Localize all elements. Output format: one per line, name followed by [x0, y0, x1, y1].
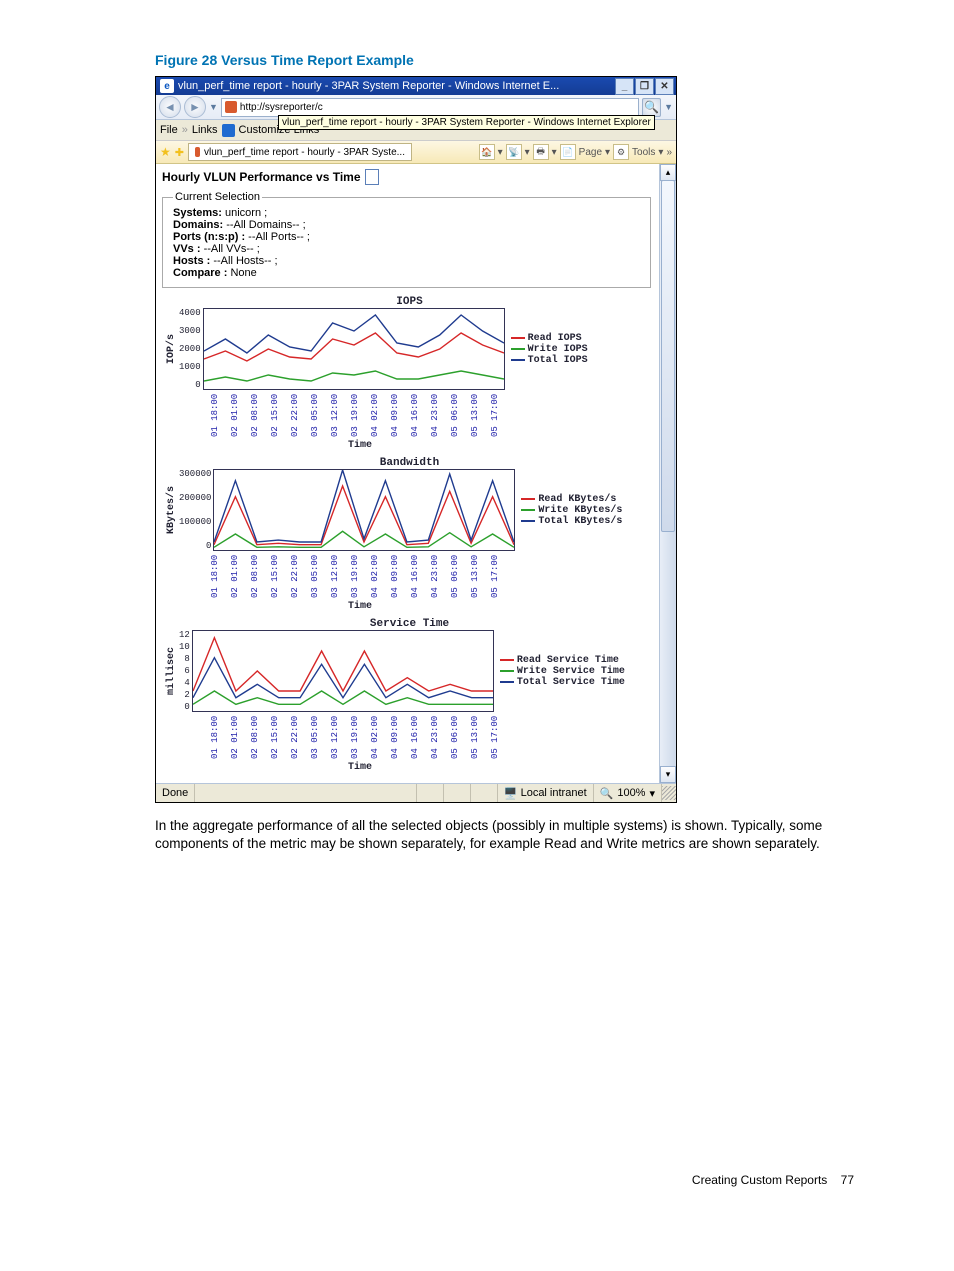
tools-menu-icon[interactable]: ⚙	[613, 144, 629, 160]
value-systems: unicorn ;	[225, 207, 267, 219]
chart-bandwidth: Bandwidth KBytes/s 3000002000001000000 R…	[164, 457, 655, 612]
value-ports: --All Ports-- ;	[248, 231, 310, 243]
links-label: Links	[192, 124, 218, 136]
chart-bw-yticks: 3000002000001000000	[179, 469, 213, 551]
vertical-scrollbar[interactable]: ▴ ▾	[659, 164, 676, 783]
print-icon[interactable]: 🖶	[533, 144, 549, 160]
tab-title: vlun_perf_time report - hourly - 3PAR Sy…	[204, 147, 405, 158]
address-bar: ◄ ► ▼ http://sysreporter/c vlun_perf_tim…	[156, 95, 676, 120]
status-bar: Done 🖥️ Local intranet 🔍 100% ▾	[156, 783, 676, 802]
body-paragraph: In the aggregate performance of all the …	[155, 817, 854, 853]
intranet-icon: 🖥️	[504, 787, 518, 800]
file-menu[interactable]: File	[160, 124, 178, 136]
report-heading: Hourly VLUN Performance vs Time	[162, 170, 361, 184]
chart-st-ylabel: millisec	[164, 647, 179, 695]
resize-grip[interactable]	[662, 786, 676, 800]
chart-svctime: Service Time millisec 121086420 Read Ser…	[164, 618, 655, 773]
window-title: vlun_perf_time report - hourly - 3PAR Sy…	[178, 80, 614, 92]
go-button[interactable]: 🔍	[642, 98, 661, 117]
label-systems: Systems:	[173, 207, 222, 219]
export-icon[interactable]	[365, 169, 379, 185]
chart-bw-plot	[213, 469, 515, 551]
menu-chevrons[interactable]: »	[182, 124, 188, 136]
titlebar: e vlun_perf_time report - hourly - 3PAR …	[156, 77, 676, 95]
figure-caption: Figure 28 Versus Time Report Example	[155, 52, 854, 68]
tools-menu[interactable]: Tools	[632, 147, 655, 158]
back-button[interactable]: ◄	[159, 96, 181, 118]
chart-st-xlabel: Time	[210, 762, 510, 773]
chart-bw-xaxis: 01 18:0002 01:0002 08:0002 15:0002 22:00…	[210, 551, 510, 601]
chart-bw-legend: Read KBytes/sWrite KBytes/sTotal KBytes/…	[521, 494, 622, 527]
site-favicon-icon	[225, 101, 237, 113]
chart-st-legend: Read Service TimeWrite Service TimeTotal…	[500, 655, 625, 688]
tab-favicon-icon	[195, 147, 200, 157]
search-dropdown-icon[interactable]: ▼	[664, 102, 673, 112]
chart-iops-xlabel: Time	[210, 440, 510, 451]
value-hosts: --All Hosts-- ;	[213, 255, 277, 267]
chart-bw-xlabel: Time	[210, 601, 510, 612]
chart-st-title: Service Time	[164, 618, 655, 630]
tab-bar: ★ ✚ vlun_perf_time report - hourly - 3PA…	[156, 141, 676, 164]
chart-iops: IOPS IOP/s 40003000200010000 Read IOPSWr…	[164, 296, 655, 451]
chart-st-yticks: 121086420	[179, 630, 192, 712]
label-ports: Ports (n:s:p) :	[173, 231, 245, 243]
ie-icon: e	[160, 79, 174, 93]
chart-iops-yticks: 40003000200010000	[179, 308, 203, 390]
scroll-up-button[interactable]: ▴	[660, 164, 676, 181]
report-content: Hourly VLUN Performance vs Time Current …	[156, 164, 659, 783]
status-done: Done	[156, 784, 195, 802]
page-footer: Creating Custom Reports 77	[155, 1173, 854, 1187]
favorites-star-icon[interactable]: ★	[160, 145, 171, 159]
toolbar-chevrons[interactable]: »	[666, 147, 672, 158]
report-heading-row: Hourly VLUN Performance vs Time	[160, 168, 659, 191]
zoom-value: 100%	[617, 787, 645, 799]
address-field[interactable]: http://sysreporter/c	[221, 98, 639, 117]
chart-iops-title: IOPS	[164, 296, 655, 308]
chart-st-xaxis: 01 18:0002 01:0002 08:0002 15:0002 22:00…	[210, 712, 510, 762]
close-button[interactable]: ✕	[655, 78, 674, 95]
chart-iops-ylabel: IOP/s	[164, 334, 179, 364]
browser-window: e vlun_perf_time report - hourly - 3PAR …	[155, 76, 677, 803]
chart-bw-title: Bandwidth	[164, 457, 655, 469]
value-vvs: --All VVs-- ;	[204, 243, 260, 255]
restore-button[interactable]: ❐	[635, 78, 654, 95]
chart-iops-xaxis: 01 18:0002 01:0002 08:0002 15:0002 22:00…	[210, 390, 510, 440]
chart-iops-legend: Read IOPSWrite IOPSTotal IOPS	[511, 333, 588, 366]
footer-section: Creating Custom Reports	[692, 1173, 827, 1187]
home-icon[interactable]: 🏠	[479, 144, 495, 160]
zoom-control[interactable]: 🔍 100% ▾	[594, 784, 662, 802]
value-domains: --All Domains-- ;	[226, 219, 305, 231]
security-zone: 🖥️ Local intranet	[498, 784, 594, 802]
zoom-icon: 🔍	[600, 787, 614, 800]
chart-iops-plot	[203, 308, 505, 390]
forward-button[interactable]: ►	[184, 96, 206, 118]
chart-bw-ylabel: KBytes/s	[164, 486, 179, 534]
scroll-thumb[interactable]	[661, 180, 675, 532]
value-compare: None	[230, 267, 256, 279]
label-vvs: VVs :	[173, 243, 201, 255]
page-menu-icon[interactable]: 📄	[560, 144, 576, 160]
chart-st-plot	[192, 630, 494, 712]
address-tooltip: vlun_perf_time report - hourly - 3PAR Sy…	[278, 115, 655, 130]
ie-small-icon	[222, 124, 235, 137]
dropdown-icon[interactable]: ▼	[209, 102, 218, 112]
label-hosts: Hosts :	[173, 255, 210, 267]
current-selection-fieldset: Current Selection Systems: unicorn ; Dom…	[162, 191, 651, 288]
label-compare: Compare :	[173, 267, 227, 279]
zone-text: Local intranet	[521, 787, 587, 799]
add-favorites-icon[interactable]: ✚	[175, 146, 184, 159]
label-domains: Domains:	[173, 219, 223, 231]
footer-page: 77	[841, 1173, 854, 1187]
address-url: http://sysreporter/c	[240, 102, 323, 113]
minimize-button[interactable]: _	[615, 78, 634, 95]
current-selection-legend: Current Selection	[173, 191, 262, 203]
active-tab[interactable]: vlun_perf_time report - hourly - 3PAR Sy…	[188, 143, 412, 161]
scroll-down-button[interactable]: ▾	[660, 766, 676, 783]
feeds-icon[interactable]: 📡	[506, 144, 522, 160]
page-menu[interactable]: Page	[579, 147, 602, 158]
